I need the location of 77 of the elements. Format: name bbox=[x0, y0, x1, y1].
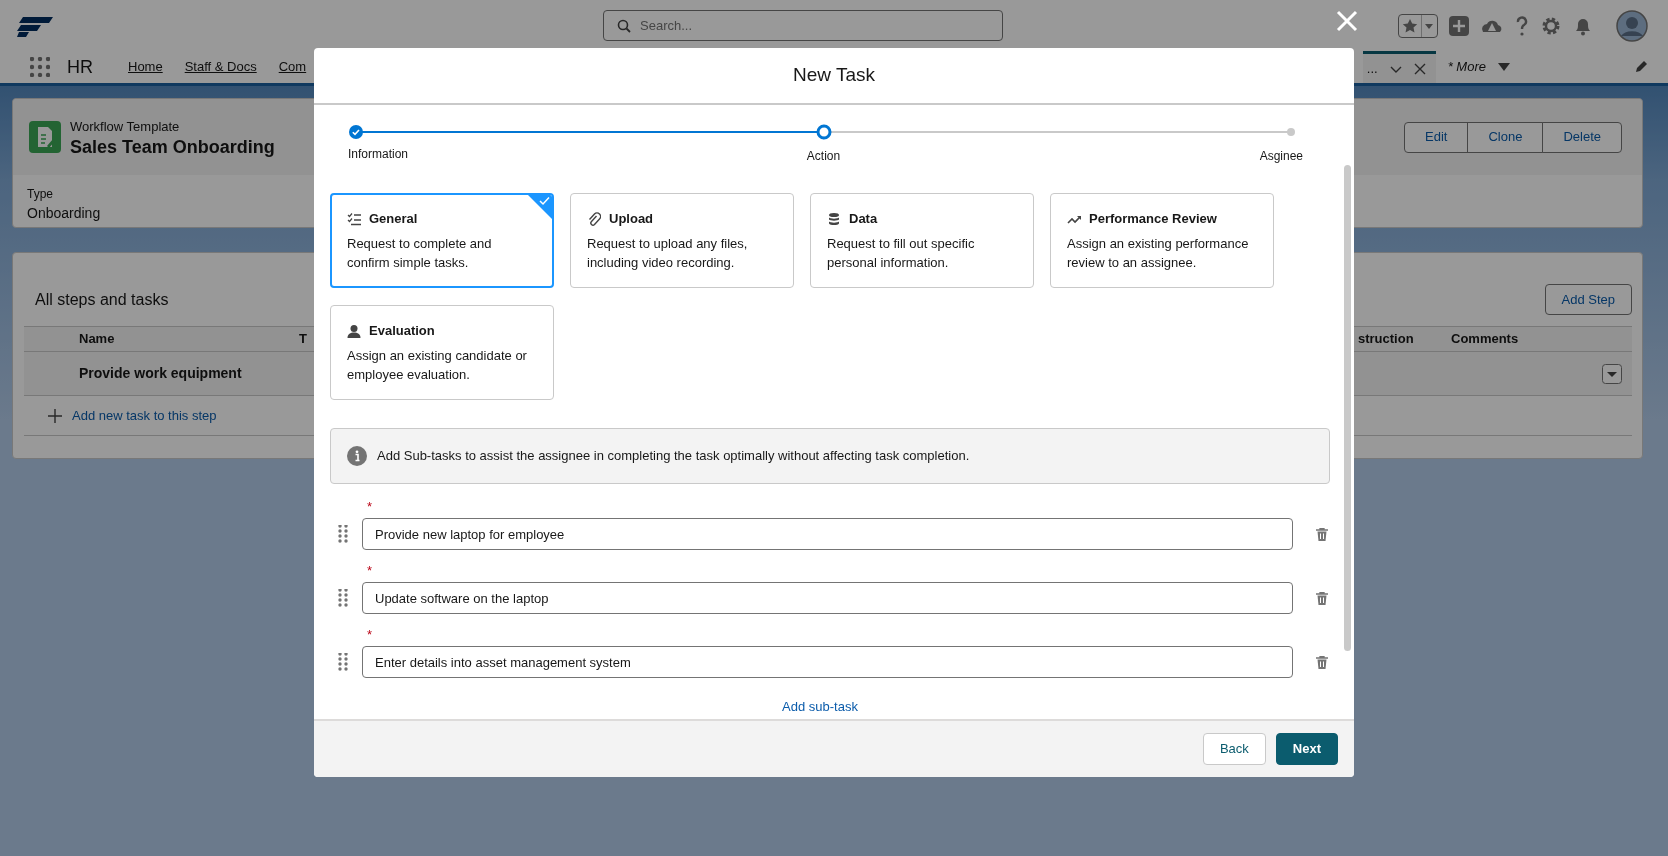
step-label: Information bbox=[348, 146, 409, 163]
task-type-card[interactable]: Performance Review Assign an existing performance review to an assignee. bbox=[1050, 193, 1274, 288]
search-icon bbox=[617, 19, 631, 33]
card-description: Assign an existing performance review to an assignee. bbox=[1067, 235, 1250, 273]
nav-tab[interactable]: Com bbox=[278, 57, 307, 77]
paperclip-icon bbox=[587, 211, 601, 226]
next-button[interactable]: Next bbox=[1275, 733, 1338, 765]
subtask-field[interactable]: Enter details into asset management system bbox=[362, 646, 1293, 678]
search-field[interactable]: Search... bbox=[603, 10, 1003, 41]
nav-tab[interactable]: Home bbox=[128, 57, 163, 77]
card-title: Data bbox=[849, 209, 878, 228]
action-button[interactable]: Delete bbox=[1542, 121, 1622, 153]
dropdown-button[interactable] bbox=[1602, 363, 1622, 384]
avatar-icon[interactable] bbox=[1616, 9, 1648, 42]
info-text: Add Sub-tasks to assist the assignee in completing the task optimally without affecting task completion. bbox=[377, 447, 970, 466]
column-header: Name bbox=[79, 331, 115, 347]
close-icon[interactable] bbox=[1413, 62, 1426, 75]
scrollbar[interactable] bbox=[1344, 165, 1351, 651]
person-icon bbox=[347, 323, 361, 338]
more-menu[interactable]: * More bbox=[1447, 57, 1486, 77]
nav-tab[interactable]: ... bbox=[1366, 58, 1378, 79]
pencil-icon[interactable] bbox=[1634, 60, 1648, 74]
trash-icon[interactable] bbox=[1316, 591, 1328, 605]
step-name: Provide work equipment bbox=[79, 364, 242, 383]
step-label: Asginee bbox=[1259, 148, 1303, 165]
plus-icon[interactable] bbox=[1448, 14, 1470, 37]
column-header: T bbox=[299, 331, 307, 347]
logo-icon[interactable] bbox=[17, 14, 55, 37]
required-mark: * bbox=[367, 564, 374, 578]
add-step-button[interactable]: Add Step bbox=[1544, 284, 1632, 315]
plus-icon bbox=[48, 408, 62, 423]
drag-handle-icon[interactable] bbox=[338, 653, 348, 671]
modal-title: New Task bbox=[314, 48, 1354, 105]
help-icon[interactable] bbox=[1514, 14, 1530, 37]
database-icon bbox=[827, 211, 841, 226]
info-icon bbox=[347, 446, 367, 466]
card-description: Request to upload any files, including video recording. bbox=[587, 235, 749, 273]
app-launcher-icon[interactable] bbox=[30, 57, 50, 77]
action-button[interactable]: Edit bbox=[1404, 121, 1469, 153]
column-header: struction bbox=[1358, 331, 1414, 347]
check-icon bbox=[528, 195, 552, 219]
checklist-icon bbox=[347, 211, 361, 226]
card-title: Upload bbox=[609, 209, 654, 228]
back-button[interactable]: Back bbox=[1202, 733, 1266, 765]
card-title: Performance Review bbox=[1089, 209, 1217, 228]
required-mark: * bbox=[367, 500, 374, 514]
card-title: General bbox=[369, 209, 418, 228]
app-name: HR bbox=[67, 55, 93, 79]
add-subtask-link[interactable]: Add sub-task bbox=[782, 699, 858, 714]
drag-handle-icon[interactable] bbox=[338, 589, 348, 607]
trash-icon[interactable] bbox=[1316, 527, 1328, 541]
field-value: Onboarding bbox=[27, 204, 101, 223]
favorites-button[interactable] bbox=[1398, 13, 1438, 38]
card-description: Request to fill out specific personal information. bbox=[827, 235, 976, 273]
section-title: All steps and tasks bbox=[35, 289, 169, 310]
required-mark: * bbox=[367, 628, 374, 642]
object-type: Workflow Template bbox=[70, 118, 181, 137]
record-title: Sales Team Onboarding bbox=[70, 136, 275, 157]
column-header: Comments bbox=[1451, 331, 1519, 347]
task-type-card[interactable]: General Request to complete and confirm simple tasks. bbox=[330, 193, 554, 288]
task-type-card[interactable]: Upload Request to upload any files, including video recording. bbox=[570, 193, 794, 288]
document-icon bbox=[29, 121, 61, 153]
drag-handle-icon[interactable] bbox=[338, 525, 348, 543]
card-description: Request to complete and confirm simple tasks. bbox=[347, 235, 493, 273]
card-description: Assign an existing candidate or employee evaluation. bbox=[347, 347, 528, 385]
trash-icon[interactable] bbox=[1316, 655, 1328, 669]
add-task-link[interactable]: Add new task to this step bbox=[72, 405, 217, 426]
field-label: Type bbox=[27, 186, 53, 203]
caret-icon[interactable] bbox=[1498, 62, 1510, 72]
action-button[interactable]: Clone bbox=[1467, 121, 1544, 153]
task-type-card[interactable]: Data Request to fill out specific personal information. bbox=[810, 193, 1034, 288]
subtask-field[interactable]: Update software on the laptop bbox=[362, 582, 1293, 614]
card-title: Evaluation bbox=[369, 321, 435, 340]
subtask-field[interactable]: Provide new laptop for employee bbox=[362, 518, 1293, 550]
nav-tab[interactable]: Staff & Docs bbox=[184, 57, 257, 77]
step-label: Action bbox=[806, 148, 841, 165]
task-type-card[interactable]: Evaluation Assign an existing candidate or employee evaluation. bbox=[330, 305, 554, 400]
